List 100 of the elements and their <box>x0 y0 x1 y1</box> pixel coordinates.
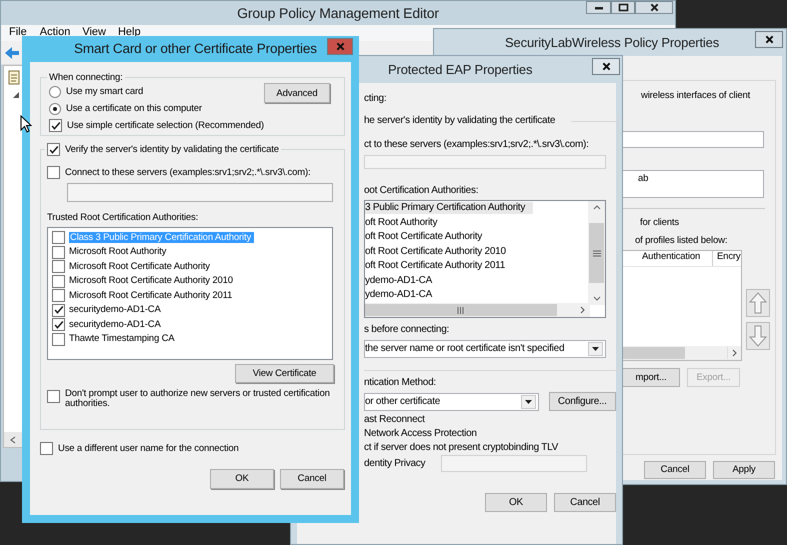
button[interactable]: Cancel <box>644 461 706 479</box>
close-icon <box>764 35 774 44</box>
button[interactable]: Cancel <box>280 469 344 489</box>
horizontal-scrollbar[interactable] <box>365 303 590 317</box>
vertical-scrollbar[interactable] <box>588 201 605 305</box>
group-label: cting: <box>364 93 388 105</box>
back-arrow-icon[interactable] <box>4 46 20 60</box>
scroll-thumb[interactable] <box>623 347 685 360</box>
button[interactable]: Apply <box>713 461 775 479</box>
checkbox-label: Connect to these servers (examples:srv1;srv2;.*\.srv3\.com): <box>65 166 310 178</box>
list-item[interactable]: oft Root Certificate Authority <box>365 231 482 244</box>
maximize-button[interactable] <box>611 1 635 14</box>
close-icon <box>602 62 610 71</box>
checkbox[interactable] <box>52 289 65 302</box>
menu-item[interactable]: View <box>82 26 106 40</box>
checkbox[interactable] <box>47 143 60 156</box>
checkbox-label: he server's identity by validating the certificate <box>364 115 556 127</box>
checkbox[interactable] <box>52 304 65 317</box>
group-label: When connecting: <box>48 72 124 84</box>
move-up-button[interactable] <box>746 289 770 317</box>
text-area[interactable]: ab <box>622 170 764 198</box>
checkbox-label: ast Reconnect <box>364 414 426 426</box>
button[interactable]: OK <box>485 493 547 512</box>
caret-icon <box>592 347 599 351</box>
checkbox[interactable] <box>52 332 65 346</box>
text-field[interactable] <box>67 183 333 202</box>
checkbox-label: ct to these servers (examples:srv1;srv2;.*\.srv3\.com): <box>364 139 590 151</box>
checkbox[interactable] <box>47 166 60 179</box>
caret-icon <box>524 400 532 404</box>
list-item[interactable]: securitydemo-AD1-CA <box>69 318 161 330</box>
checkbox-label: Don't prompt user to authorize new servers or trusted certification authorities. <box>65 389 331 410</box>
list-label: Trusted Root Certification Authorities: <box>47 212 200 224</box>
scroll-thumb[interactable] <box>365 304 557 316</box>
dropdown-label: ntication Method: <box>364 377 437 389</box>
close-button[interactable] <box>755 31 783 48</box>
checkbox-label: ct if server does not present cryptobinding TLV <box>364 442 560 454</box>
minimize-button[interactable] <box>586 1 611 14</box>
checkbox-label: dentity Privacy <box>364 458 426 470</box>
checkbox[interactable] <box>52 274 65 288</box>
list-item[interactable]: Microsoft Root Certificate Authority 2011 <box>69 290 232 302</box>
close-button[interactable] <box>592 58 620 75</box>
window-title: SecurityLabWireless Policy Properties <box>505 34 720 50</box>
list-item[interactable]: oft Root Certificate Authority 2010 <box>365 246 506 258</box>
dropdown[interactable]: or other certificate <box>364 392 539 410</box>
profiles-label: of profiles listed below: <box>635 234 728 246</box>
checkbox[interactable] <box>52 231 65 244</box>
window-title: Group Policy Management Editor <box>237 4 439 22</box>
horizontal-scrollbar[interactable] <box>623 346 741 360</box>
list-item[interactable]: 3 Public Primary Certification Authority <box>365 202 534 214</box>
text-field[interactable] <box>622 131 764 148</box>
dropdown[interactable]: the server name or root certificate isn't specified <box>364 340 606 358</box>
description-text: wireless interfaces of client <box>641 90 752 102</box>
button[interactable]: Advanced <box>264 83 330 104</box>
checkbox[interactable] <box>40 442 53 455</box>
window-title: Protected EAP Properties <box>388 62 532 78</box>
text-field[interactable] <box>441 455 588 472</box>
radio-label: Use a certificate on this computer <box>66 103 202 115</box>
arrow-up-icon <box>749 292 767 314</box>
checkbox-label: Verify the server's identity by validating the certificate <box>65 144 279 156</box>
arrow-down-icon <box>749 325 767 347</box>
button[interactable]: mport... <box>622 368 680 388</box>
checkbox[interactable] <box>52 246 65 259</box>
list-item[interactable]: ydemo-AD1-CA <box>365 274 432 287</box>
radio-button[interactable] <box>49 102 61 115</box>
menu-item[interactable]: File <box>9 26 27 40</box>
close-button[interactable] <box>635 1 673 14</box>
button[interactable]: Cancel <box>554 493 616 512</box>
maximize-icon <box>618 3 628 12</box>
list-label: oot Certification Authorities: <box>364 185 480 197</box>
list-item[interactable]: securitydemo-AD1-CA <box>69 304 161 316</box>
checkbox[interactable] <box>52 260 65 274</box>
close-icon <box>336 42 344 51</box>
radio-button[interactable] <box>49 86 61 98</box>
column-header[interactable]: Encry <box>713 251 741 266</box>
text-field[interactable] <box>364 155 606 169</box>
menu-item[interactable]: Action <box>40 26 70 40</box>
list-item[interactable]: ydemo-AD1-CA <box>365 289 432 302</box>
checkbox[interactable] <box>49 119 62 132</box>
list-item[interactable]: oft Root Certificate Authority 2011 <box>365 260 506 272</box>
checkbox[interactable] <box>47 390 60 404</box>
button[interactable]: Configure... <box>548 392 616 411</box>
button[interactable]: View Certificate <box>235 364 334 384</box>
grip-icon <box>457 306 465 314</box>
list-item[interactable]: Thawte Timestamping CA <box>69 333 174 345</box>
horizontal-scrollbar[interactable] <box>4 432 22 447</box>
option-label: for clients <box>640 217 680 229</box>
menu-item[interactable]: Help <box>118 26 141 40</box>
grip-icon <box>592 250 600 256</box>
list-item[interactable]: Microsoft Root Authority <box>69 246 166 258</box>
list-item[interactable]: Microsoft Root Certificate Authority <box>69 260 210 272</box>
minimize-icon <box>594 6 604 10</box>
list-item[interactable]: Microsoft Root Certificate Authority 2010 <box>69 275 233 287</box>
checkbox[interactable] <box>52 318 65 332</box>
radio-label: Use my smart card <box>66 86 144 98</box>
button[interactable]: OK <box>210 469 274 489</box>
move-down-button[interactable] <box>746 322 770 350</box>
scroll-thumb[interactable] <box>589 223 604 283</box>
policy-icon <box>7 70 21 85</box>
list-item[interactable]: oft Root Authority <box>365 216 438 229</box>
dropdown-label: s before connecting: <box>364 324 450 336</box>
